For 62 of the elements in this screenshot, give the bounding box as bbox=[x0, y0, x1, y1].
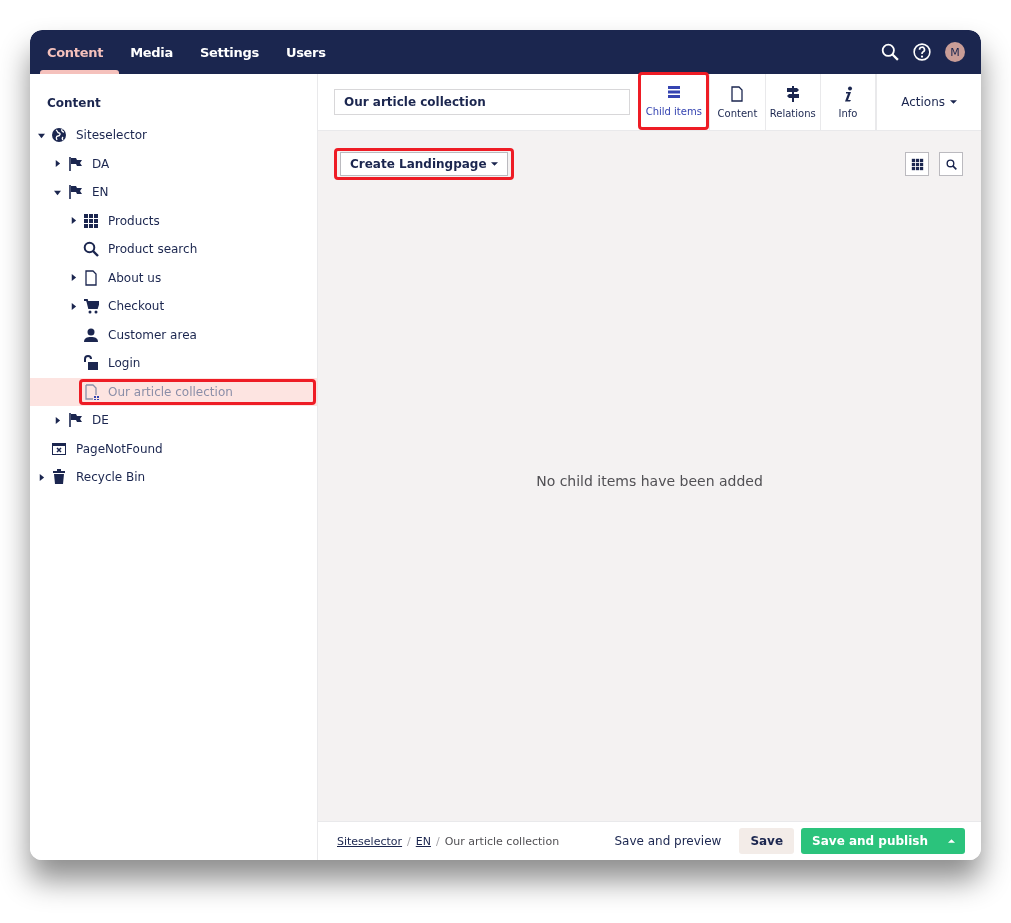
grid-view-button[interactable] bbox=[905, 152, 929, 176]
person-icon bbox=[83, 326, 99, 343]
breadcrumb-separator: / bbox=[435, 834, 440, 848]
caret-icon bbox=[950, 100, 957, 104]
app-tab[interactable]: Child items bbox=[638, 71, 710, 130]
search-icon bbox=[83, 241, 99, 258]
breadcrumb-link[interactable]: Siteselector bbox=[337, 834, 403, 848]
sidebar-title: Content bbox=[46, 95, 101, 112]
section-tab[interactable]: Media bbox=[121, 30, 191, 74]
list-icon bbox=[665, 84, 682, 100]
tree-item[interactable]: About us bbox=[79, 264, 167, 291]
cart-icon bbox=[83, 298, 99, 315]
search-icon bbox=[945, 158, 957, 170]
caret-icon[interactable] bbox=[54, 416, 61, 424]
trash-icon bbox=[51, 469, 67, 486]
breadcrumb-separator: / bbox=[407, 834, 411, 848]
create-button[interactable]: Create Landingpage bbox=[340, 152, 508, 176]
tree-item[interactable]: PageNotFound bbox=[47, 435, 168, 462]
document-icon bbox=[83, 269, 99, 286]
globe-icon bbox=[51, 127, 67, 144]
tree-item[interactable]: Recycle Bin bbox=[47, 464, 151, 491]
caret-icon bbox=[948, 839, 955, 843]
help-icon[interactable] bbox=[913, 43, 931, 61]
user-avatar[interactable]: M bbox=[945, 42, 965, 62]
flag-icon bbox=[67, 155, 83, 172]
tree-item[interactable]: Product search bbox=[79, 236, 203, 263]
section-tab[interactable]: Users bbox=[276, 30, 344, 74]
document-icon bbox=[729, 85, 746, 102]
tree-item[interactable]: Siteselector bbox=[47, 122, 152, 149]
section-tab[interactable]: Content bbox=[38, 30, 122, 74]
breadcrumb-current: Our article collection bbox=[444, 834, 560, 848]
tree-item[interactable]: Customer area bbox=[79, 321, 202, 348]
search-button[interactable] bbox=[939, 152, 963, 176]
name-field[interactable]: Our article collection bbox=[334, 89, 631, 115]
grid-icon bbox=[910, 157, 924, 171]
flag-icon bbox=[67, 412, 83, 429]
search-icon[interactable] bbox=[881, 43, 899, 61]
caret-icon[interactable] bbox=[70, 274, 77, 282]
grid-icon bbox=[83, 212, 99, 229]
section-tab[interactable]: Settings bbox=[190, 30, 277, 74]
tree-item[interactable]: DE bbox=[63, 407, 114, 434]
caret-icon[interactable] bbox=[38, 131, 45, 139]
breadcrumb-link[interactable]: EN bbox=[415, 834, 431, 848]
flag-icon bbox=[67, 184, 83, 201]
save-and-preview-button[interactable]: Save and preview bbox=[606, 834, 730, 848]
caret-icon bbox=[490, 162, 498, 166]
caret-icon[interactable] bbox=[54, 160, 61, 168]
document-icon bbox=[83, 383, 99, 400]
empty-message: No child items have been added bbox=[536, 472, 763, 489]
tree-item[interactable]: Login bbox=[79, 350, 146, 377]
signpost-icon bbox=[784, 85, 801, 102]
window-x-icon bbox=[51, 440, 67, 457]
tree-item[interactable]: DA bbox=[63, 150, 115, 177]
caret-icon[interactable] bbox=[70, 217, 77, 225]
save-button[interactable]: Save bbox=[739, 828, 795, 854]
caret-icon[interactable] bbox=[70, 302, 77, 310]
caret-icon[interactable] bbox=[38, 473, 45, 481]
caret-icon[interactable] bbox=[54, 188, 61, 196]
tree-item[interactable]: Products bbox=[79, 207, 165, 234]
padlock-icon bbox=[83, 355, 99, 372]
tree-item[interactable]: EN bbox=[63, 179, 114, 206]
tree-item[interactable]: Checkout bbox=[79, 293, 170, 320]
